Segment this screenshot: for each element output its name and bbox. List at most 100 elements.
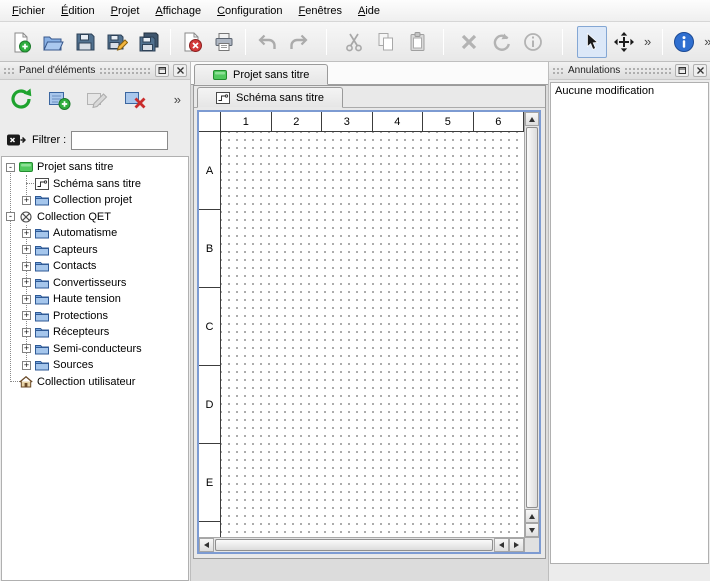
- rotate-button[interactable]: [486, 26, 516, 58]
- vertical-scroll-thumb[interactable]: [526, 127, 538, 508]
- scroll-right-button[interactable]: [509, 538, 524, 552]
- undo-empty-text: Aucune modification: [555, 85, 654, 97]
- copy-button[interactable]: [371, 26, 401, 58]
- dock-grip: [99, 67, 151, 75]
- save-as-button[interactable]: [102, 26, 132, 58]
- toolbar-separator: [326, 29, 327, 55]
- tree-expander[interactable]: +: [22, 278, 31, 287]
- tree-item-projet-sans-titre[interactable]: - Projet sans titre: [2, 159, 188, 176]
- dock-close-button[interactable]: [693, 64, 707, 77]
- toolbar-extension-chevron[interactable]: »: [701, 34, 710, 49]
- tree-item-collection-utilisateur[interactable]: Collection utilisateur: [2, 374, 188, 391]
- dock-float-button[interactable]: [675, 64, 689, 77]
- scroll-down-button[interactable]: [525, 523, 539, 537]
- menu-fichier[interactable]: Fichier: [4, 2, 53, 20]
- print-icon: [213, 31, 235, 53]
- dock-title: Annulations: [568, 65, 620, 76]
- close-document-button[interactable]: [177, 26, 207, 58]
- filter-input[interactable]: [71, 131, 168, 150]
- scroll-left-button[interactable]: [199, 538, 214, 552]
- tree-expander[interactable]: +: [22, 295, 31, 304]
- tree-expander[interactable]: +: [22, 311, 31, 320]
- ruler-column: 2: [272, 112, 323, 131]
- dock-float-button[interactable]: [155, 64, 169, 77]
- tree-expander[interactable]: -: [6, 212, 15, 221]
- tree-item-label: Automatisme: [53, 227, 117, 239]
- undo-list[interactable]: Aucune modification: [550, 82, 709, 564]
- up-arrow-icon: [529, 117, 535, 122]
- tree-expander[interactable]: -: [6, 163, 15, 172]
- rotate-icon: [490, 31, 512, 53]
- folder-icon: [35, 244, 49, 256]
- tree-expander[interactable]: +: [22, 262, 31, 271]
- dock-close-button[interactable]: [173, 64, 187, 77]
- tree-item-automatisme[interactable]: + Automatisme: [2, 225, 188, 242]
- scroll-left-button[interactable]: [494, 538, 509, 552]
- reload-collections-button[interactable]: [6, 84, 36, 114]
- save-button[interactable]: [70, 26, 100, 58]
- horizontal-scroll-track[interactable]: [215, 539, 493, 551]
- home-icon: [19, 376, 33, 388]
- tree-expander[interactable]: +: [22, 196, 31, 205]
- menu-fenetres[interactable]: Fenêtres: [291, 2, 350, 20]
- panel-toolbar-extension-chevron[interactable]: »: [171, 92, 184, 107]
- tree-item-label: Contacts: [53, 260, 96, 272]
- tree-item-collection-qet[interactable]: - Collection QET: [2, 209, 188, 226]
- diagram-icon: [216, 92, 230, 104]
- cut-button[interactable]: [339, 26, 369, 58]
- redo-button[interactable]: [284, 26, 314, 58]
- menu-aide[interactable]: Aide: [350, 2, 388, 20]
- tree-item-haute-tension[interactable]: + Haute tension: [2, 291, 188, 308]
- tree-item-protections[interactable]: + Protections: [2, 308, 188, 325]
- delete-element-button[interactable]: [120, 84, 150, 114]
- tree-item-capteurs[interactable]: + Capteurs: [2, 242, 188, 259]
- horizontal-scroll-thumb[interactable]: [215, 539, 493, 551]
- menu-configuration[interactable]: Configuration: [209, 2, 290, 20]
- tree-item-recepteurs[interactable]: + Récepteurs: [2, 324, 188, 341]
- tree-item-contacts[interactable]: + Contacts: [2, 258, 188, 275]
- tree-expander[interactable]: +: [22, 328, 31, 337]
- save-all-button[interactable]: [134, 26, 164, 58]
- tree-item-collection-projet[interactable]: + Collection projet: [2, 192, 188, 209]
- scroll-up-button[interactable]: [525, 509, 539, 523]
- new-document-button[interactable]: [6, 26, 36, 58]
- menu-edition[interactable]: Édition: [53, 2, 103, 20]
- edit-element-button[interactable]: [82, 84, 112, 114]
- tab-schema-sans-titre[interactable]: Schéma sans titre: [197, 87, 343, 108]
- tree-expander[interactable]: +: [22, 245, 31, 254]
- element-info-button[interactable]: [518, 26, 548, 58]
- open-button[interactable]: [38, 26, 68, 58]
- new-element-button[interactable]: [44, 84, 74, 114]
- clear-filter-button[interactable]: [5, 131, 27, 149]
- toolbar-extension-chevron[interactable]: »: [641, 34, 654, 49]
- undo-dock-titlebar[interactable]: Annulations: [549, 62, 710, 80]
- tree-item-semi-conducteurs[interactable]: + Semi-conducteurs: [2, 341, 188, 358]
- print-button[interactable]: [209, 26, 239, 58]
- folder-icon: [35, 326, 49, 338]
- ruler-corner: [199, 112, 221, 132]
- tree-expander[interactable]: +: [22, 344, 31, 353]
- scroll-up-button[interactable]: [525, 112, 539, 126]
- diagram-canvas[interactable]: [221, 132, 524, 537]
- tree-expander[interactable]: +: [22, 229, 31, 238]
- about-qet-button[interactable]: [669, 26, 699, 58]
- tab-projet-sans-titre[interactable]: Projet sans titre: [194, 64, 328, 85]
- paste-button[interactable]: [403, 26, 433, 58]
- horizontal-scrollbar[interactable]: [199, 537, 524, 552]
- elements-panel-titlebar[interactable]: Panel d'éléments: [0, 62, 190, 80]
- undo-button[interactable]: [252, 26, 282, 58]
- row-ruler: A B C D E: [199, 132, 221, 537]
- delete-button[interactable]: [454, 26, 484, 58]
- vertical-scrollbar[interactable]: [524, 112, 539, 537]
- vertical-scroll-track[interactable]: [526, 127, 538, 508]
- menu-affichage[interactable]: Affichage: [147, 2, 209, 20]
- tree-item-convertisseurs[interactable]: + Convertisseurs: [2, 275, 188, 292]
- diagram-icon: [35, 178, 49, 190]
- select-mode-button[interactable]: [577, 26, 607, 58]
- tree-item-schema-sans-titre[interactable]: Schéma sans titre: [2, 176, 188, 193]
- column-ruler: 1 2 3 4 5 6: [221, 112, 524, 132]
- menu-projet[interactable]: Projet: [103, 2, 148, 20]
- tree-expander[interactable]: +: [22, 361, 31, 370]
- tree-item-sources[interactable]: + Sources: [2, 357, 188, 374]
- move-mode-button[interactable]: [609, 26, 639, 58]
